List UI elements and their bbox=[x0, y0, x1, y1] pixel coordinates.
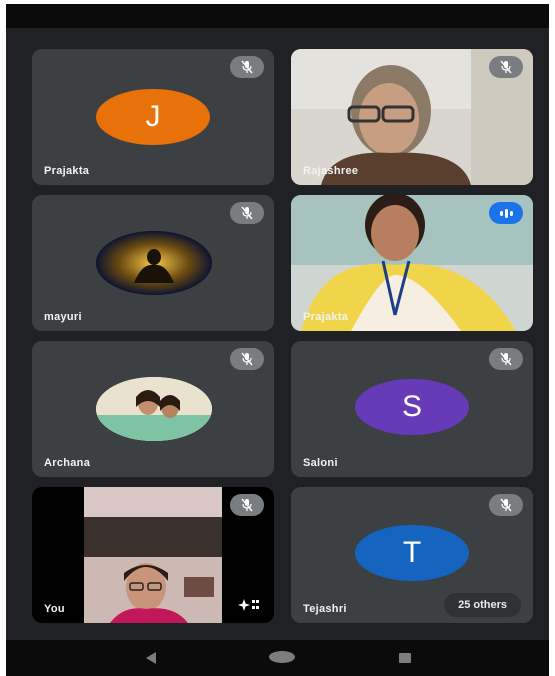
participant-name: Rajashree bbox=[303, 165, 359, 177]
mic-muted-icon bbox=[230, 202, 264, 224]
avatar bbox=[96, 377, 212, 441]
avatar-letter: J bbox=[145, 100, 161, 133]
phone-screen: J Prajakta Rajashree mayuri Prajakta Arc… bbox=[6, 4, 549, 676]
participant-name: Prajakta bbox=[303, 311, 349, 323]
mic-muted-icon bbox=[489, 494, 523, 516]
navigation-bar bbox=[6, 640, 549, 676]
participant-name: mayuri bbox=[44, 311, 82, 323]
status-bar bbox=[6, 4, 549, 28]
mic-muted-icon bbox=[489, 56, 523, 78]
mic-muted-icon bbox=[230, 348, 264, 370]
avatar-letter: S bbox=[401, 390, 422, 423]
mic-muted-icon[interactable] bbox=[230, 494, 264, 516]
participant-tile-archana[interactable]: Archana bbox=[32, 341, 274, 477]
avatar bbox=[96, 231, 212, 295]
participant-tile-saloni[interactable]: S Saloni bbox=[291, 341, 533, 477]
participant-name: Prajakta bbox=[44, 165, 90, 177]
participant-tile-self[interactable]: You bbox=[32, 487, 274, 623]
speaking-indicator-icon bbox=[489, 202, 523, 224]
participant-tile-prajakta-video[interactable]: Prajakta bbox=[291, 195, 533, 331]
avatar: J bbox=[96, 89, 210, 145]
participant-tile-prajakta[interactable]: J Prajakta bbox=[32, 49, 274, 185]
sparkle-effects-icon[interactable] bbox=[234, 595, 264, 615]
self-video-feed bbox=[84, 487, 222, 623]
home-icon[interactable] bbox=[268, 650, 296, 664]
participant-tile-rajashree[interactable]: Rajashree bbox=[291, 49, 533, 185]
participant-name: Archana bbox=[44, 457, 91, 469]
others-count-button[interactable]: 25 others bbox=[444, 593, 521, 617]
back-triangle-icon[interactable] bbox=[144, 652, 158, 664]
avatar-letter: T bbox=[402, 536, 422, 569]
participant-tile-tejashri[interactable]: T Tejashri 25 others bbox=[291, 487, 533, 623]
participant-name: You bbox=[44, 603, 65, 615]
participant-name: Tejashri bbox=[303, 603, 347, 615]
participant-name: Saloni bbox=[303, 457, 338, 469]
mic-muted-icon bbox=[489, 348, 523, 370]
avatar: T bbox=[355, 525, 469, 581]
recents-icon[interactable] bbox=[398, 652, 412, 664]
participant-tile-mayuri[interactable]: mayuri bbox=[32, 195, 274, 331]
avatar: S bbox=[355, 379, 469, 435]
mic-muted-icon bbox=[230, 56, 264, 78]
